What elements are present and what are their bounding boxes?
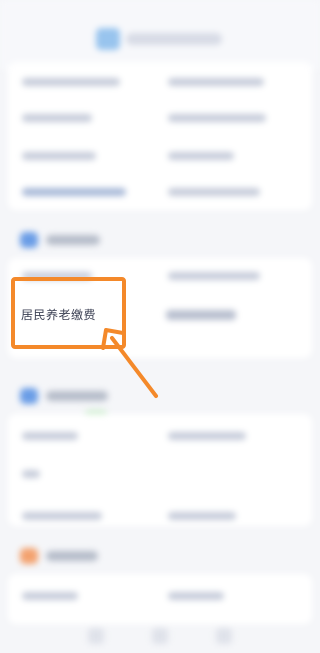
app-logo-icon	[96, 28, 120, 50]
service-link[interactable]	[22, 512, 102, 520]
service-link[interactable]	[22, 432, 78, 440]
service-link[interactable]	[22, 78, 120, 86]
nav-icon[interactable]	[216, 628, 232, 644]
app-screen: 居民养老缴费	[0, 0, 320, 653]
service-link[interactable]	[168, 592, 224, 600]
section-title	[46, 235, 100, 245]
service-link[interactable]	[168, 512, 236, 520]
nav-icon[interactable]	[152, 628, 168, 644]
service-link[interactable]	[166, 310, 236, 320]
service-link[interactable]	[22, 592, 78, 600]
service-link[interactable]	[168, 432, 246, 440]
section-icon	[20, 388, 38, 404]
service-link[interactable]	[168, 114, 266, 122]
service-link[interactable]	[168, 78, 264, 86]
service-link[interactable]	[22, 188, 126, 196]
service-card-3	[8, 414, 312, 526]
page-title-placeholder	[126, 33, 222, 45]
header-bar	[0, 0, 320, 70]
section-title	[46, 391, 108, 401]
service-link[interactable]	[22, 114, 92, 122]
service-link[interactable]	[22, 470, 40, 478]
service-link[interactable]	[22, 152, 96, 160]
highlight-box	[11, 277, 126, 349]
service-link[interactable]	[168, 272, 260, 280]
service-link[interactable]	[168, 188, 260, 196]
nav-icon[interactable]	[88, 628, 104, 644]
section-icon	[20, 232, 38, 248]
section-icon	[20, 548, 38, 564]
service-link[interactable]	[168, 152, 234, 160]
section-title	[46, 551, 98, 561]
